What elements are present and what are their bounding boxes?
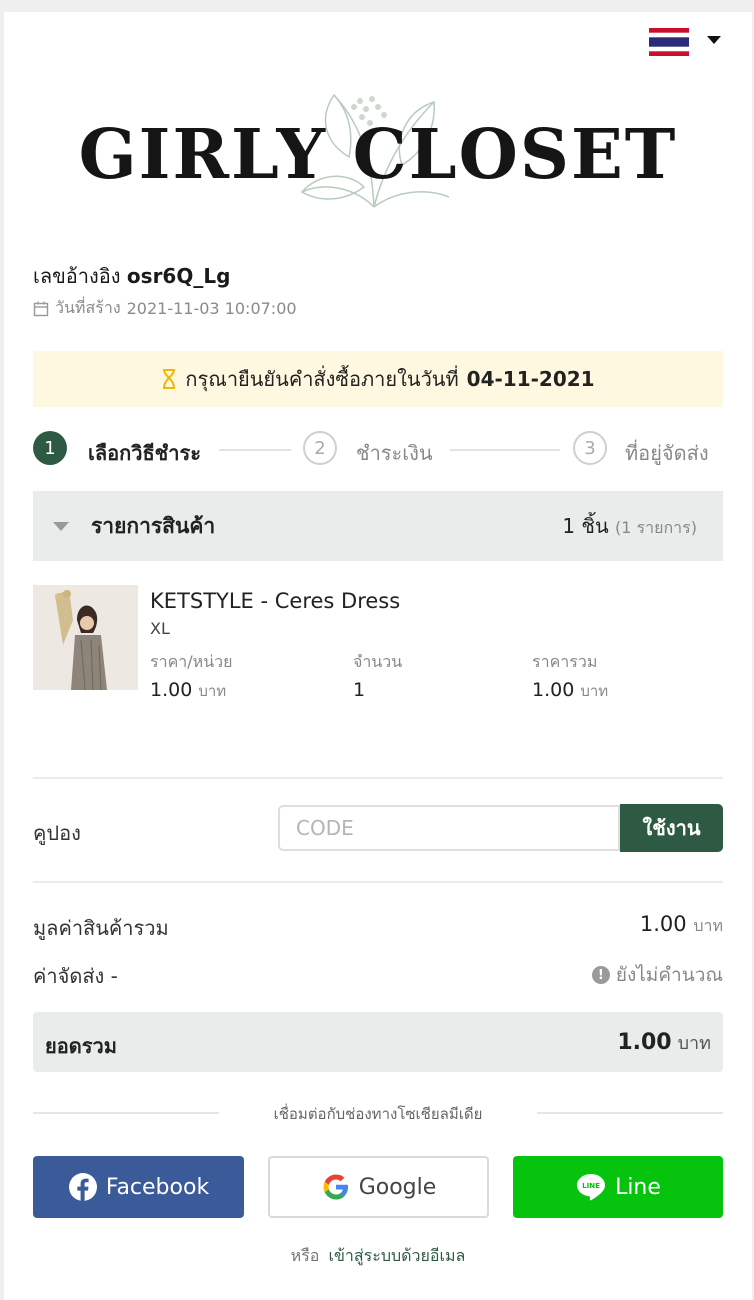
grand-total-bar: ยอดรวม 1.00 บาท [33, 1012, 723, 1072]
language-selector[interactable] [649, 28, 729, 58]
shipping-value: ยังไม่คำนวณ [615, 964, 723, 986]
step-2-label: ชำระเงิน [356, 441, 433, 465]
line-total: 1.00 บาท [532, 679, 608, 703]
items-count-value: 1 ชิ้น [562, 514, 609, 538]
product-name: KETSTYLE - Ceres Dress [150, 589, 401, 613]
notice-date: 04-11-2021 [466, 367, 595, 391]
created-date: วันที่สร้าง 2021-11-03 10:07:00 [33, 296, 297, 321]
brand-name: GIRLY CLOSET [78, 115, 678, 195]
step-3-label: ที่อยู่จัดส่ง [625, 441, 709, 465]
coupon-label: คูปอง [33, 821, 81, 845]
created-value: 2021-11-03 10:07:00 [126, 299, 297, 318]
total-label: ยอดรวม [45, 1034, 117, 1058]
line-total-value: 1.00 [532, 679, 575, 701]
order-reference: เลขอ้างอิง osr6Q_Lg [33, 260, 230, 292]
facebook-login-button[interactable]: Facebook [33, 1156, 244, 1218]
notice-text: กรุณายืนยันคำสั่งซื้อภายในวันที่ [185, 367, 459, 391]
social-heading: เชื่อมต่อกับช่องทางโซเชียลมีเดีย [273, 1105, 483, 1123]
apply-coupon-button[interactable]: ใช้งาน [620, 804, 723, 852]
created-label: วันที่สร้าง [55, 298, 121, 317]
hourglass-icon [163, 369, 176, 389]
calendar-icon [33, 301, 49, 316]
unit-price-label: ราคา/หน่วย [150, 652, 233, 671]
step-3-number: 3 [573, 431, 607, 465]
step-2-number: 2 [303, 431, 337, 465]
currency-unit: บาท [198, 682, 227, 700]
email-login-row: หรือ เข้าสู่ระบบด้วยอีเมล [4, 1244, 752, 1269]
grand-total: 1.00 บาท [617, 1028, 711, 1057]
step-1-number: 1 [33, 431, 67, 465]
quantity-label: จำนวน [353, 652, 403, 671]
brand-logo: GIRLY CLOSET [4, 87, 752, 217]
items-title: รายการสินค้า [91, 513, 216, 538]
currency-unit: บาท [580, 682, 609, 700]
product-thumbnail [33, 585, 138, 690]
chevron-down-icon [707, 36, 721, 44]
facebook-label: Facebook [105, 1174, 210, 1200]
total-value: 1.00 [617, 1030, 672, 1055]
product-image [33, 585, 138, 690]
email-login-link[interactable]: เข้าสู่ระบบด้วยอีเมล [329, 1246, 466, 1265]
product-variant: XL [150, 619, 170, 638]
step-connector [219, 449, 291, 451]
step-1-label: เลือกวิธีชำระ [88, 441, 201, 465]
coupon-code-input[interactable] [278, 805, 620, 851]
subtotal: 1.00 บาท [640, 912, 723, 939]
line-total-label: ราคารวม [532, 652, 598, 671]
caret-down-icon [53, 521, 69, 531]
items-count: 1 ชิ้น (1 รายการ) [562, 510, 697, 542]
svg-text:LINE: LINE [582, 1182, 600, 1190]
unit-price-value: 1.00 [150, 679, 193, 701]
shipping-status: ! ยังไม่คำนวณ [591, 960, 723, 990]
line-label: Line [615, 1174, 661, 1200]
confirm-deadline-notice: กรุณายืนยันคำสั่งซื้อภายในวันที่ 04-11-2… [33, 351, 723, 407]
divider [33, 881, 723, 883]
line-icon: LINE [577, 1174, 606, 1201]
quantity-value: 1 [353, 679, 366, 701]
or-text: หรือ [290, 1246, 320, 1265]
reference-label: เลขอ้างอิง [33, 264, 121, 288]
checkout-card: GIRLY CLOSET เลขอ้างอิง osr6Q_Lg วันที่ส… [4, 12, 752, 1300]
thailand-flag-icon [649, 28, 689, 56]
google-label: Google [358, 1174, 437, 1200]
reference-value: osr6Q_Lg [126, 264, 231, 288]
items-count-detail: (1 รายการ) [615, 518, 697, 537]
info-icon: ! [591, 966, 610, 984]
items-toggle-header[interactable]: รายการสินค้า 1 ชิ้น (1 รายการ) [33, 491, 723, 561]
unit-price: 1.00 บาท [150, 679, 226, 703]
subtotal-label: มูลค่าสินค้ารวม [33, 916, 169, 940]
currency-unit: บาท [677, 1033, 711, 1054]
divider [33, 777, 723, 779]
shipping-label: ค่าจัดส่ง - [33, 964, 118, 988]
subtotal-value: 1.00 [639, 912, 687, 936]
google-login-button[interactable]: Google [268, 1156, 489, 1218]
line-login-button[interactable]: LINE Line [513, 1156, 723, 1218]
step-connector [450, 449, 560, 451]
google-icon [323, 1174, 348, 1200]
currency-unit: บาท [693, 916, 723, 935]
facebook-icon [68, 1173, 97, 1201]
